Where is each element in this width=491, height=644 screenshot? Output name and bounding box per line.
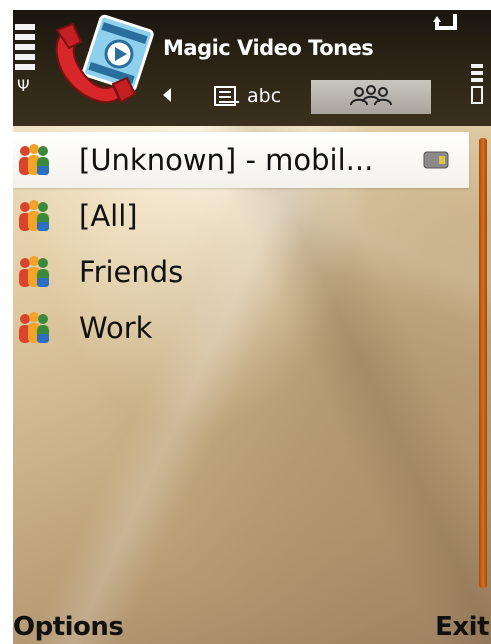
list-item[interactable]: [All] [13,188,469,244]
antenna-icon: Ψ [17,76,30,95]
contacts-list-icon [214,86,239,106]
battery-icon [471,86,483,104]
group-list: [Unknown] - mobil... [All] Friends Work [13,132,469,356]
memory-card-icon [423,151,449,169]
battery-indicator [471,64,483,104]
list-item[interactable]: [Unknown] - mobil... [13,132,469,188]
list-item-label: Work [79,311,153,345]
tab-groups[interactable] [311,80,431,114]
signal-strength-indicator [15,24,35,74]
scrollbar-thumb[interactable] [479,138,487,588]
scrollbar[interactable] [479,138,487,588]
list-item-label: [All] [79,199,138,233]
app-title: Magic Video Tones [163,36,374,60]
tab-contacts[interactable]: abc [213,82,301,110]
options-softkey[interactable]: Options [13,612,124,642]
app-logo-icon [55,14,154,104]
list-item[interactable]: Friends [13,244,469,300]
phone-screen: Ψ Magic Video Tones abc [Unknown] - mobi… [13,10,491,644]
list-item-label: [Unknown] - mobil... [79,143,374,177]
sync-arrow-icon [433,14,457,30]
contact-group-icon [19,144,49,175]
tab-contacts-label: abc [247,85,282,107]
softkey-bar: Options Exit [13,606,491,644]
contact-group-icon [19,312,49,343]
tab-left-arrow-icon[interactable] [163,88,171,102]
contact-group-icon [19,256,49,287]
contact-group-icon [19,200,49,231]
list-item-label: Friends [79,255,184,289]
exit-softkey[interactable]: Exit [435,612,489,642]
status-header: Ψ Magic Video Tones abc [13,10,491,126]
list-item[interactable]: Work [13,300,469,356]
groups-icon [350,85,392,106]
